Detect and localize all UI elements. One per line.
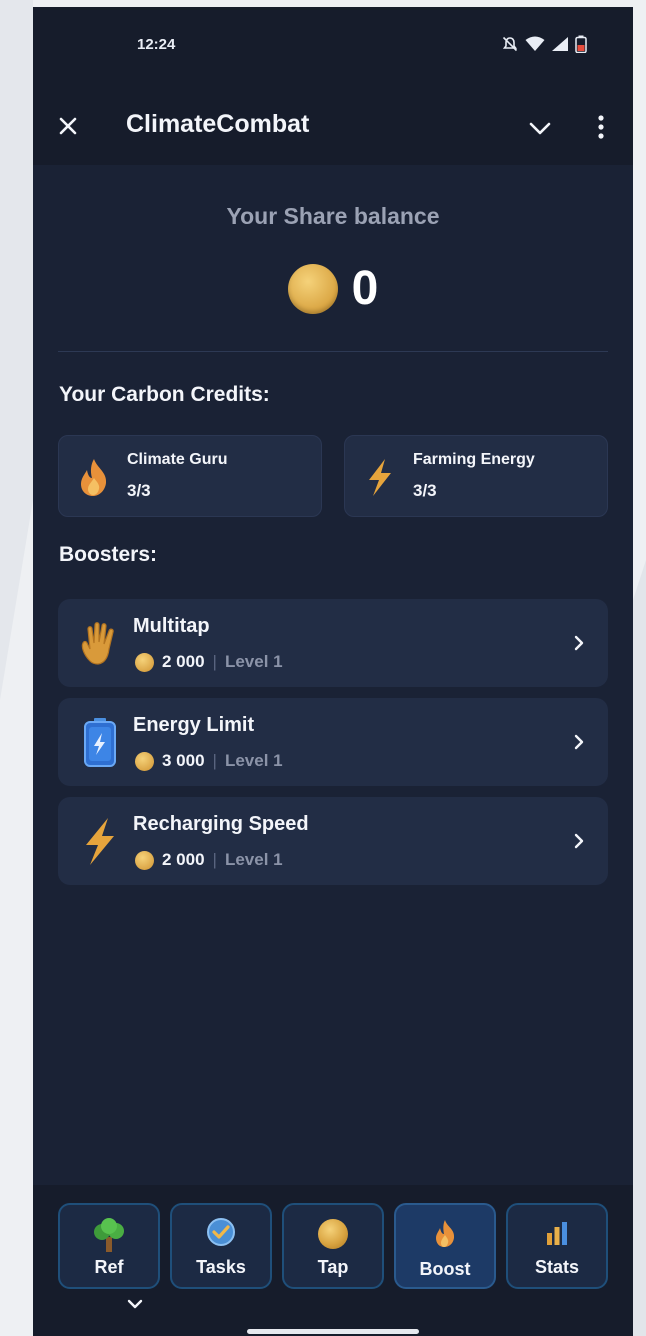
status-icons	[501, 35, 587, 53]
mute-icon	[502, 36, 518, 52]
chevron-down-button[interactable]	[525, 113, 555, 143]
boosters-title: Boosters:	[59, 543, 158, 566]
booster-name: Energy Limit	[133, 714, 255, 736]
bar-chart-icon	[547, 1222, 567, 1245]
booster-price: 3 000	[162, 751, 205, 770]
nav-label: Tasks	[196, 1257, 246, 1277]
balance-value: 0	[351, 262, 379, 315]
chevron-down-icon[interactable]	[125, 1297, 145, 1311]
bottom-nav: Ref Tasks Tap Boost Stats	[33, 1185, 633, 1336]
flame-icon	[81, 459, 107, 496]
balance-label: Your Share balance	[226, 203, 440, 229]
home-indicator[interactable]	[247, 1329, 419, 1334]
nav-ref[interactable]: Ref	[58, 1203, 160, 1289]
separator: |	[212, 751, 217, 770]
booster-price: 2 000	[162, 652, 205, 671]
close-button[interactable]	[53, 111, 83, 141]
lightning-icon	[369, 459, 391, 496]
booster-multitap[interactable]: Multitap 2 000 | Level 1	[58, 599, 608, 687]
booster-price: 2 000	[162, 850, 205, 869]
credit-count: 3/3	[413, 481, 437, 500]
coin-icon	[287, 263, 338, 314]
app-bar: ClimateCombat	[33, 89, 633, 165]
coin-icon	[135, 652, 154, 672]
divider	[58, 351, 608, 352]
hand-icon	[81, 622, 114, 665]
booster-name: Multitap	[133, 615, 210, 637]
nav-label: Stats	[534, 1257, 579, 1277]
booster-energy-limit[interactable]: Energy Limit 3 000 | Level 1	[58, 698, 608, 786]
flame-icon	[436, 1220, 455, 1247]
tree-icon	[94, 1218, 124, 1252]
nav-label: Ref	[94, 1257, 124, 1277]
app-title: ClimateCombat	[126, 110, 310, 138]
credit-count: 3/3	[127, 481, 151, 500]
coin-icon	[135, 850, 154, 870]
signal-icon	[552, 37, 568, 51]
battery-low-icon	[575, 35, 587, 53]
credit-name: Farming Energy	[413, 451, 535, 468]
booster-meta: 2 000 | Level 1	[135, 850, 283, 870]
phone-screen: 12:24 ClimateCombat Your Share balance 0…	[33, 7, 633, 1336]
booster-name: Recharging Speed	[133, 813, 309, 835]
booster-meta: 3 000 | Level 1	[135, 751, 283, 771]
booster-meta: 2 000 | Level 1	[135, 652, 283, 672]
credit-card-farming-energy[interactable]: Farming Energy 3/3	[344, 435, 608, 517]
chevron-right-icon	[574, 833, 584, 849]
booster-recharging-speed[interactable]: Recharging Speed 2 000 | Level 1	[58, 797, 608, 885]
more-options-button[interactable]	[589, 111, 613, 143]
check-badge-icon	[207, 1218, 235, 1246]
nav-stats[interactable]: Stats	[506, 1203, 608, 1289]
status-time: 12:24	[137, 36, 176, 53]
booster-level: Level 1	[224, 652, 283, 671]
coin-icon	[135, 751, 154, 771]
wifi-icon	[525, 36, 545, 51]
nav-label: Boost	[419, 1259, 471, 1279]
chevron-right-icon	[574, 635, 584, 651]
lightning-icon	[86, 818, 114, 865]
separator: |	[212, 652, 217, 671]
battery-icon	[84, 718, 116, 767]
credit-card-climate-guru[interactable]: Climate Guru 3/3	[58, 435, 322, 517]
coin-icon	[318, 1219, 348, 1249]
boost-content: Your Share balance 0 Your Carbon Credits…	[33, 165, 633, 1185]
booster-level: Level 1	[224, 751, 283, 770]
nav-boost[interactable]: Boost	[394, 1203, 496, 1289]
credit-name: Climate Guru	[127, 451, 228, 468]
booster-level: Level 1	[224, 850, 283, 869]
separator: |	[212, 850, 217, 869]
status-bar: 12:24	[33, 7, 633, 87]
chevron-right-icon	[574, 734, 584, 750]
nav-label: Tap	[317, 1257, 349, 1277]
carbon-credits-title: Your Carbon Credits:	[59, 383, 270, 406]
nav-tap[interactable]: Tap	[282, 1203, 384, 1289]
nav-tasks[interactable]: Tasks	[170, 1203, 272, 1289]
balance-row: 0	[33, 261, 633, 316]
